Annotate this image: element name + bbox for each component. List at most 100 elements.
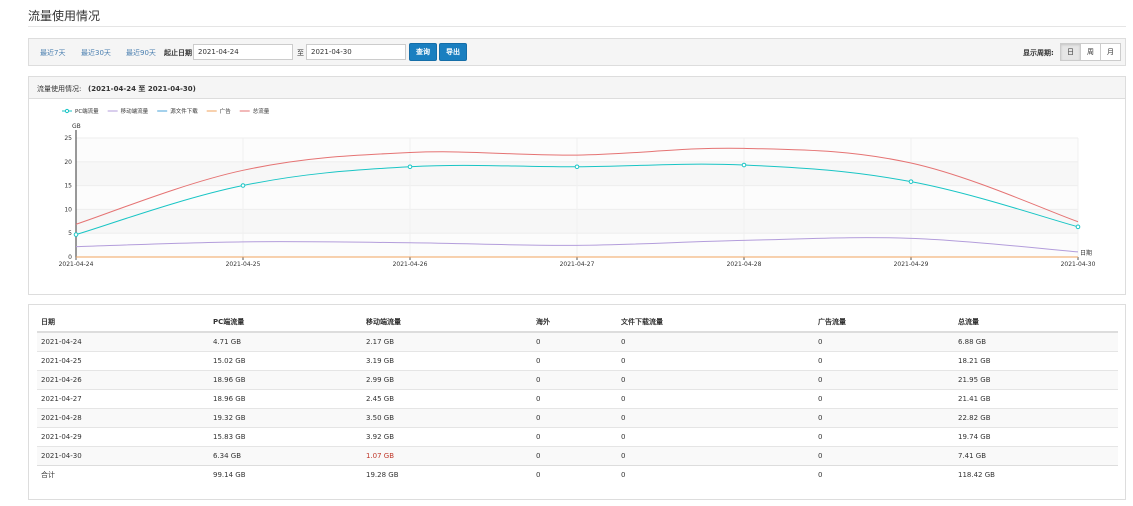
total-pc-cell: 99.14 GB bbox=[209, 464, 362, 484]
overseas-cell: 0 bbox=[532, 369, 617, 389]
x-axis-title: 日期 bbox=[1080, 249, 1092, 257]
traffic-line-chart: 0 5 10 15 20 25 2021-04-24 2021-04-25 2021-04-26… bbox=[59, 107, 1096, 268]
table-row: 2021-04-28 19.32 GB 3.50 GB 0 0 0 22.82 GB bbox=[37, 407, 1118, 427]
total-ad-cell: 0 bbox=[814, 464, 954, 484]
title-divider bbox=[28, 26, 1126, 27]
table-row: 2021-04-26 18.96 GB 2.99 GB 0 0 0 21.95 GB bbox=[37, 369, 1118, 389]
start-date-input[interactable] bbox=[193, 44, 293, 60]
table-row: 2021-04-24 4.71 GB 2.17 GB 0 0 0 6.88 GB bbox=[37, 331, 1118, 351]
mobile-cell: 3.19 GB bbox=[362, 350, 532, 370]
legend-label-pc: PC端流量 bbox=[75, 107, 99, 115]
pc-cell: 4.71 GB bbox=[209, 331, 362, 351]
filter-toolbar: 最近7天 最近30天 最近90天 起止日期 至 查询 导出 显示周期: 日 周 … bbox=[28, 38, 1126, 66]
file-cell: 0 bbox=[617, 331, 814, 351]
period-day-button[interactable]: 日 bbox=[1060, 43, 1081, 61]
table-row: 2021-04-30 6.34 GB 1.07 GB 0 0 0 7.41 GB bbox=[37, 445, 1118, 465]
total-cell: 19.74 GB bbox=[954, 426, 1118, 446]
col-ad-header: 广告流量 bbox=[814, 313, 954, 333]
overseas-cell: 0 bbox=[532, 331, 617, 351]
period-label: 显示周期: bbox=[1023, 49, 1054, 57]
mobile-cell: 2.45 GB bbox=[362, 388, 532, 408]
total-cell: 7.41 GB bbox=[954, 445, 1118, 465]
date-cell: 2021-04-27 bbox=[37, 388, 209, 408]
chart-panel-header: 流量使用情况: (2021-04-24 至 2021-04-30) bbox=[29, 77, 1125, 99]
col-date-header: 日期 bbox=[37, 313, 209, 333]
col-overseas-header: 海外 bbox=[532, 313, 617, 333]
last-90-days-link[interactable]: 最近90天 bbox=[126, 48, 156, 58]
table-row: 2021-04-29 15.83 GB 3.92 GB 0 0 0 19.74 GB bbox=[37, 426, 1118, 446]
total-label-cell: 合计 bbox=[37, 464, 209, 484]
series-point-pc bbox=[240, 183, 246, 188]
total-cell: 21.41 GB bbox=[954, 388, 1118, 408]
mobile-cell: 2.17 GB bbox=[362, 331, 532, 351]
chart-date-range: (2021-04-24 至 2021-04-30) bbox=[88, 85, 196, 93]
file-cell: 0 bbox=[617, 445, 814, 465]
export-button[interactable]: 导出 bbox=[439, 43, 467, 61]
query-button[interactable]: 查询 bbox=[409, 43, 437, 61]
y-tick-label: 0 bbox=[68, 254, 72, 261]
legend-label-ad: 广告 bbox=[220, 107, 232, 115]
period-month-button[interactable]: 月 bbox=[1100, 43, 1121, 61]
legend-label-file: 源文件下载 bbox=[170, 107, 198, 115]
pc-cell: 15.02 GB bbox=[209, 350, 362, 370]
col-total-header: 总流量 bbox=[954, 313, 1118, 333]
col-file-download-header: 文件下载流量 bbox=[617, 313, 814, 333]
table-row: 2021-04-27 18.96 GB 2.45 GB 0 0 0 21.41 GB bbox=[37, 388, 1118, 408]
ad-cell: 0 bbox=[814, 426, 954, 446]
y-tick-label: 25 bbox=[64, 135, 72, 142]
legend-marker-pc bbox=[64, 108, 70, 114]
series-point-pc bbox=[1075, 224, 1081, 230]
col-pc-header: PC端流量 bbox=[209, 313, 362, 333]
total-cell: 6.88 GB bbox=[954, 331, 1118, 351]
traffic-table: 日期 PC端流量 移动端流量 海外 文件下载流量 广告流量 总流量 2021-0… bbox=[37, 313, 1118, 484]
total-file-cell: 0 bbox=[617, 464, 814, 484]
date-cell: 2021-04-24 bbox=[37, 331, 209, 351]
y-tick-label: 15 bbox=[64, 183, 72, 190]
total-cell: 18.21 GB bbox=[954, 350, 1118, 370]
y-tick-label: 5 bbox=[68, 230, 72, 237]
traffic-table-panel: 日期 PC端流量 移动端流量 海外 文件下载流量 广告流量 总流量 2021-0… bbox=[28, 304, 1126, 500]
page-title: 流量使用情况 bbox=[28, 9, 101, 23]
mobile-cell: 2.99 GB bbox=[362, 369, 532, 389]
overseas-cell: 0 bbox=[532, 350, 617, 370]
y-tick-label: 20 bbox=[64, 159, 72, 166]
ad-cell: 0 bbox=[814, 407, 954, 427]
ad-cell: 0 bbox=[814, 369, 954, 389]
legend-label-total: 总流量 bbox=[253, 107, 270, 115]
table-row: 2021-04-25 15.02 GB 3.19 GB 0 0 0 18.21 GB bbox=[37, 350, 1118, 370]
date-cell: 2021-04-29 bbox=[37, 426, 209, 446]
ad-cell: 0 bbox=[814, 331, 954, 351]
overseas-cell: 0 bbox=[532, 407, 617, 427]
ad-cell: 0 bbox=[814, 350, 954, 370]
pc-cell: 18.96 GB bbox=[209, 369, 362, 389]
file-cell: 0 bbox=[617, 350, 814, 370]
legend-label-mobile: 移动端流量 bbox=[121, 107, 149, 115]
date-cell: 2021-04-28 bbox=[37, 407, 209, 427]
x-tick-label: 2021-04-27 bbox=[560, 261, 595, 268]
end-date-input[interactable] bbox=[306, 44, 406, 60]
table-total-row: 合计 99.14 GB 19.28 GB 0 0 0 118.42 GB bbox=[37, 464, 1118, 484]
x-tick-label: 2021-04-30 bbox=[1061, 261, 1096, 268]
series-point-pc bbox=[73, 232, 79, 237]
file-cell: 0 bbox=[617, 388, 814, 408]
last-7-days-link[interactable]: 最近7天 bbox=[40, 48, 65, 58]
mobile-cell: 3.92 GB bbox=[362, 426, 532, 446]
total-mobile-cell: 19.28 GB bbox=[362, 464, 532, 484]
series-point-pc bbox=[574, 164, 580, 170]
pc-cell: 15.83 GB bbox=[209, 426, 362, 446]
chart-panel-label: 流量使用情况: bbox=[37, 85, 82, 93]
to-label: 至 bbox=[297, 49, 304, 57]
ad-cell: 0 bbox=[814, 388, 954, 408]
overseas-cell: 0 bbox=[532, 388, 617, 408]
series-point-pc bbox=[908, 179, 914, 184]
series-point-pc bbox=[407, 164, 413, 170]
file-cell: 0 bbox=[617, 407, 814, 427]
y-tick-label: 10 bbox=[64, 206, 72, 213]
total-overseas-cell: 0 bbox=[532, 464, 617, 484]
series-point-pc bbox=[741, 162, 747, 168]
last-30-days-link[interactable]: 最近30天 bbox=[81, 48, 111, 58]
date-cell: 2021-04-30 bbox=[37, 445, 209, 465]
period-week-button[interactable]: 周 bbox=[1080, 43, 1101, 61]
col-mobile-header: 移动端流量 bbox=[362, 313, 532, 333]
pc-cell: 18.96 GB bbox=[209, 388, 362, 408]
